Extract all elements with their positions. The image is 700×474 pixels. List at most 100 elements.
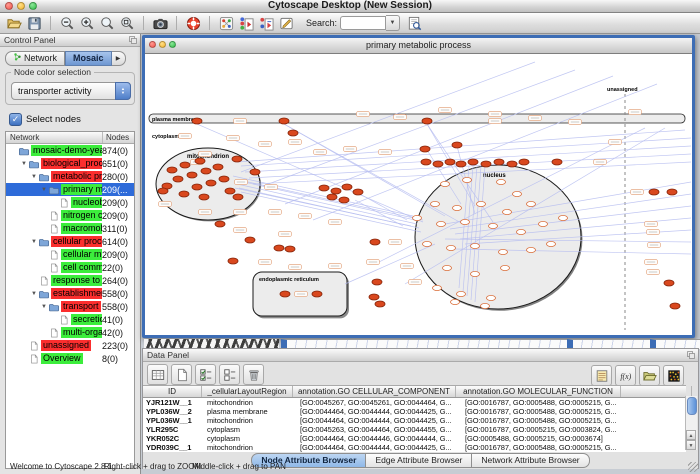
tree-row[interactable]: secretion41(0) [6,313,134,326]
network-node-selected[interactable] [370,239,380,245]
network-node[interactable] [471,243,480,248]
tree-row[interactable]: macromolecule311(0) [6,222,134,235]
network-node-selected[interactable] [206,180,216,186]
tab-network-attribute-browser[interactable]: Network Attribute Browser [472,453,589,468]
column-header[interactable]: annotation.GO CELLULAR_COMPONENT [293,386,456,397]
table-row[interactable]: YPL036W__1mitochondrion[GO:0044464, GO:0… [143,416,686,425]
resize-grip[interactable] [688,462,698,472]
network-node-selected[interactable] [433,161,443,167]
network-node-selected[interactable] [664,280,674,286]
tree-row[interactable]: nucleobase-209(0) [6,196,134,209]
expander-icon[interactable]: ▼ [30,174,38,180]
network-node-selected[interactable] [372,279,382,285]
network-node-selected[interactable] [167,167,177,173]
network-node[interactable] [461,219,470,224]
zoom-selected-icon[interactable] [117,15,137,32]
network-node-selected[interactable] [481,161,491,167]
node-color-dropdown[interactable]: transporter activity ▲▼ [11,82,131,100]
new-attribute-icon[interactable] [171,364,192,385]
network-node-selected[interactable] [180,162,190,168]
network-node-selected[interactable] [353,189,363,195]
network-node-selected[interactable] [422,118,432,124]
network-node[interactable] [441,181,450,186]
formula-builder-icon[interactable]: f(x) [615,365,636,386]
network-node-selected[interactable] [369,294,379,300]
network-overview-icon[interactable] [216,15,236,32]
save-icon[interactable] [24,15,44,32]
tree-row[interactable]: cell communicat22(0) [6,261,134,274]
network-node-selected[interactable] [327,194,337,200]
table-row[interactable]: YLR295Ccytoplasm[GO:0045263, GO:0044464,… [143,425,686,434]
network-node-selected[interactable] [228,258,238,264]
float-panel-icon[interactable] [128,35,138,45]
scroll-down-button[interactable]: ▼ [686,440,696,450]
enhanced-search-icon[interactable] [404,15,424,32]
network-node-selected[interactable] [199,194,209,200]
network-node-selected[interactable] [201,168,211,174]
network-node-selected[interactable] [187,172,197,178]
network-node-selected[interactable] [421,159,431,165]
network-node-selected[interactable] [670,303,680,309]
table-scrollbar[interactable]: ▲ ▼ [685,396,697,450]
zoom-in-icon[interactable] [77,15,97,32]
select-attributes-icon[interactable] [195,364,216,385]
unselect-attributes-icon[interactable] [219,364,240,385]
network-node-selected[interactable] [452,142,462,148]
network-node[interactable] [451,299,460,304]
column-header[interactable]: ID [143,386,202,397]
network-node-selected[interactable] [279,118,289,124]
attribute-matrix-icon[interactable] [663,365,684,386]
network-node[interactable] [423,241,432,246]
network-node[interactable] [447,245,456,250]
network-node[interactable] [413,215,422,220]
zoom-fit-icon[interactable] [97,15,117,32]
network-node-selected[interactable] [319,185,329,191]
table-row[interactable]: YDR039C__1mitochondrion[GO:0044464, GO:0… [143,443,686,452]
network-node[interactable] [517,229,526,234]
network-node[interactable] [513,191,522,196]
network-node-selected[interactable] [519,159,529,165]
network-node-selected[interactable] [667,189,677,195]
import-attributes-icon[interactable] [639,365,660,386]
search-input[interactable] [340,16,386,30]
network-node[interactable] [443,265,452,270]
scroll-up-button[interactable]: ▲ [686,430,696,440]
network-node[interactable] [547,241,556,246]
expander-icon[interactable]: ▼ [20,161,28,167]
help-icon[interactable] [183,15,203,32]
network-node-selected[interactable] [331,188,341,194]
network-node-selected[interactable] [375,301,385,307]
tab-edge-attribute-browser[interactable]: Edge Attribute Browser [366,453,472,468]
network-node-selected[interactable] [192,118,202,124]
network-node-selected[interactable] [445,159,455,165]
network-node-selected[interactable] [552,159,562,165]
annotation-icon[interactable] [276,15,296,32]
camera-icon[interactable] [150,15,170,32]
tree-row[interactable]: ▼metabolic process280(0) [6,170,134,183]
table-row[interactable]: YJR121W__1mitochondrion[GO:0045267, GO:0… [143,398,686,407]
tab-overflow-button[interactable]: ▶ [112,51,126,66]
tab-network[interactable]: Network [5,51,65,66]
tree-row[interactable]: ▼establishment of lo558(0) [6,287,134,300]
network-node-selected[interactable] [179,191,189,197]
network-node-selected[interactable] [285,246,295,252]
network-node-selected[interactable] [339,197,349,203]
table-row[interactable]: YPL036W__2plasma membrane[GO:0044464, GO… [143,407,686,416]
delete-attribute-icon[interactable] [243,364,264,385]
zoom-out-icon[interactable] [57,15,77,32]
select-nodes-checkbox[interactable]: ✓ [9,113,22,126]
network-node[interactable] [497,179,506,184]
network-canvas[interactable]: plasma membranecytoplasmmitochondrionnuc… [145,54,692,335]
network-node-selected[interactable] [192,184,202,190]
expander-icon[interactable]: ▼ [30,291,38,297]
tree-row[interactable]: mosaic-demo-yeast874(0) [6,144,134,157]
tree-column-nodes[interactable]: Nodes [102,132,129,143]
network-node-selected[interactable] [245,237,255,243]
network-node[interactable] [477,201,486,206]
search-dropdown-button[interactable]: ▼ [386,15,400,31]
expander-icon[interactable]: ▼ [30,239,38,245]
network-node-selected[interactable] [288,130,298,136]
tree-row[interactable]: ▼biological_process651(0) [6,157,134,170]
network-node[interactable] [453,205,462,210]
network-node-selected[interactable] [494,159,504,165]
